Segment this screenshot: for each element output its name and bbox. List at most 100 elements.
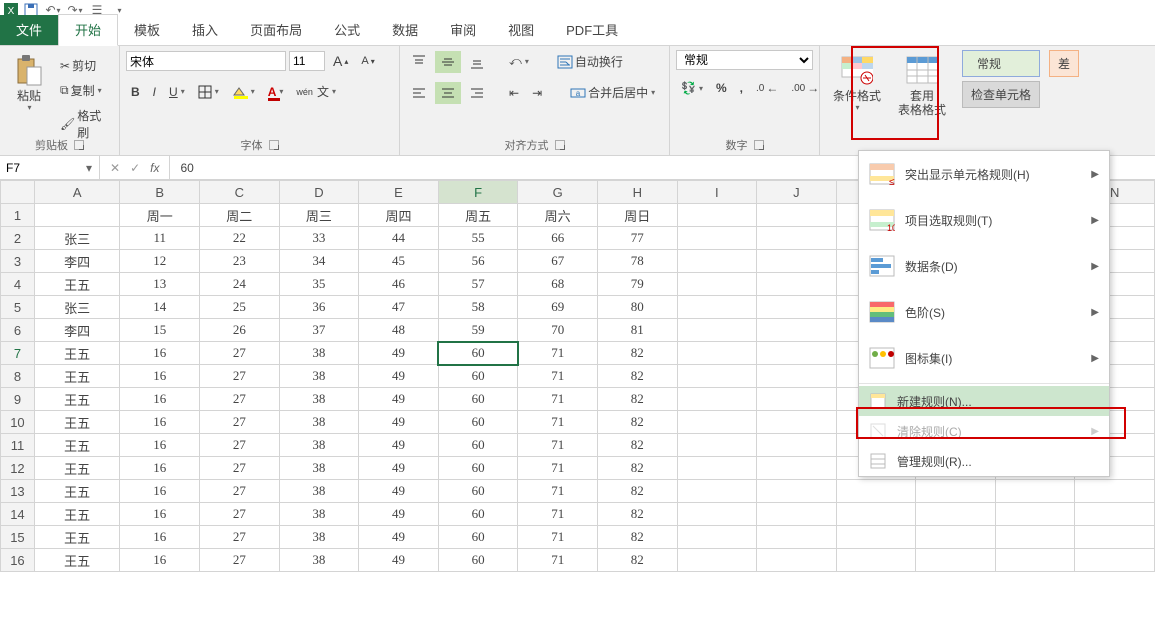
cell-H5[interactable]: 80 bbox=[597, 296, 677, 319]
cell-F4[interactable]: 57 bbox=[438, 273, 518, 296]
formula-input[interactable]: 60 bbox=[170, 161, 203, 175]
bold-button[interactable]: B bbox=[126, 82, 145, 102]
row-header-12[interactable]: 12 bbox=[1, 457, 35, 480]
cell-C13[interactable]: 27 bbox=[200, 480, 280, 503]
cf-color-scales[interactable]: 色阶(S)▶ bbox=[859, 289, 1109, 335]
cell-I5[interactable] bbox=[677, 296, 757, 319]
cell-F5[interactable]: 58 bbox=[438, 296, 518, 319]
cell-K13[interactable] bbox=[836, 480, 916, 503]
tab-insert[interactable]: 插入 bbox=[176, 15, 234, 45]
cell-J15[interactable] bbox=[757, 526, 837, 549]
font-dialog-launcher[interactable] bbox=[269, 140, 279, 150]
cell-D11[interactable]: 38 bbox=[279, 434, 359, 457]
conditional-formatting-button[interactable]: 条件格式 ▾ bbox=[826, 50, 888, 117]
cell-C10[interactable]: 27 bbox=[200, 411, 280, 434]
cell-G16[interactable]: 71 bbox=[518, 549, 598, 572]
cell-C4[interactable]: 24 bbox=[200, 273, 280, 296]
cell-L14[interactable] bbox=[916, 503, 996, 526]
cf-top-bottom-rules[interactable]: 10 项目选取规则(T)▶ bbox=[859, 197, 1109, 243]
row-header-4[interactable]: 4 bbox=[1, 273, 35, 296]
column-header-A[interactable]: A bbox=[34, 181, 120, 204]
cell-F14[interactable]: 60 bbox=[438, 503, 518, 526]
cell-C1[interactable]: 周二 bbox=[200, 204, 280, 227]
enter-formula-icon[interactable]: ✓ bbox=[130, 161, 140, 175]
row-header-8[interactable]: 8 bbox=[1, 365, 35, 388]
cell-A3[interactable]: 李四 bbox=[34, 250, 120, 273]
decrease-indent-button[interactable]: ⇤ bbox=[504, 83, 524, 103]
cell-I10[interactable] bbox=[677, 411, 757, 434]
cell-A5[interactable]: 张三 bbox=[34, 296, 120, 319]
tab-file[interactable]: 文件 bbox=[0, 15, 58, 45]
cf-highlight-rules[interactable]: ≤> 突出显示单元格规则(H)▶ bbox=[859, 151, 1109, 197]
cell-C6[interactable]: 26 bbox=[200, 319, 280, 342]
cell-N13[interactable] bbox=[1075, 480, 1155, 503]
align-right-button[interactable] bbox=[464, 82, 490, 104]
fx-icon[interactable]: fx bbox=[150, 161, 159, 175]
cf-manage-rules[interactable]: 管理规则(R)... bbox=[859, 446, 1109, 476]
cell-F10[interactable]: 60 bbox=[438, 411, 518, 434]
cell-B10[interactable]: 16 bbox=[120, 411, 200, 434]
border-button[interactable]: ▾ bbox=[193, 82, 224, 102]
italic-button[interactable]: I bbox=[148, 82, 161, 102]
increase-font-button[interactable]: A▴ bbox=[328, 50, 353, 72]
cell-C14[interactable]: 27 bbox=[200, 503, 280, 526]
font-color-button[interactable]: A▾ bbox=[263, 82, 289, 102]
cell-D13[interactable]: 38 bbox=[279, 480, 359, 503]
cell-B2[interactable]: 11 bbox=[120, 227, 200, 250]
decrease-font-button[interactable]: A▾ bbox=[356, 52, 379, 70]
cell-G1[interactable]: 周六 bbox=[518, 204, 598, 227]
cell-J1[interactable] bbox=[757, 204, 837, 227]
number-format-select[interactable]: 常规 bbox=[676, 50, 813, 70]
cell-E6[interactable]: 48 bbox=[359, 319, 439, 342]
column-header-F[interactable]: F bbox=[438, 181, 518, 204]
column-header-C[interactable]: C bbox=[200, 181, 280, 204]
cell-H2[interactable]: 77 bbox=[597, 227, 677, 250]
row-header-1[interactable]: 1 bbox=[1, 204, 35, 227]
cell-N15[interactable] bbox=[1075, 526, 1155, 549]
cell-J3[interactable] bbox=[757, 250, 837, 273]
cell-C16[interactable]: 27 bbox=[200, 549, 280, 572]
cell-I14[interactable] bbox=[677, 503, 757, 526]
cell-E5[interactable]: 47 bbox=[359, 296, 439, 319]
cell-G6[interactable]: 70 bbox=[518, 319, 598, 342]
cell-H13[interactable]: 82 bbox=[597, 480, 677, 503]
cell-I11[interactable] bbox=[677, 434, 757, 457]
cell-J12[interactable] bbox=[757, 457, 837, 480]
cell-E16[interactable]: 49 bbox=[359, 549, 439, 572]
cell-F9[interactable]: 60 bbox=[438, 388, 518, 411]
cell-F8[interactable]: 60 bbox=[438, 365, 518, 388]
copy-button[interactable]: ⧉复制▾ bbox=[55, 79, 113, 102]
cell-D3[interactable]: 34 bbox=[279, 250, 359, 273]
cell-I6[interactable] bbox=[677, 319, 757, 342]
cell-J8[interactable] bbox=[757, 365, 837, 388]
font-size-input[interactable] bbox=[289, 51, 325, 71]
cell-E10[interactable]: 49 bbox=[359, 411, 439, 434]
cf-icon-sets[interactable]: 图标集(I)▶ bbox=[859, 335, 1109, 381]
column-header-I[interactable]: I bbox=[677, 181, 757, 204]
cell-D6[interactable]: 37 bbox=[279, 319, 359, 342]
select-all[interactable] bbox=[1, 181, 35, 204]
cell-A7[interactable]: 王五 bbox=[34, 342, 120, 365]
cell-H12[interactable]: 82 bbox=[597, 457, 677, 480]
cell-F16[interactable]: 60 bbox=[438, 549, 518, 572]
cell-J2[interactable] bbox=[757, 227, 837, 250]
cell-C5[interactable]: 25 bbox=[200, 296, 280, 319]
cell-H7[interactable]: 82 bbox=[597, 342, 677, 365]
cell-A6[interactable]: 李四 bbox=[34, 319, 120, 342]
increase-decimal-button[interactable]: .0← bbox=[751, 78, 783, 98]
tab-pdf[interactable]: PDF工具 bbox=[550, 15, 634, 45]
align-dialog-launcher[interactable] bbox=[555, 140, 565, 150]
cell-C2[interactable]: 22 bbox=[200, 227, 280, 250]
cell-I16[interactable] bbox=[677, 549, 757, 572]
tab-pagelayout[interactable]: 页面布局 bbox=[234, 15, 318, 45]
cell-E14[interactable]: 49 bbox=[359, 503, 439, 526]
cell-N14[interactable] bbox=[1075, 503, 1155, 526]
cell-J4[interactable] bbox=[757, 273, 837, 296]
cell-style-normal[interactable]: 常规 bbox=[962, 50, 1040, 77]
cell-B13[interactable]: 16 bbox=[120, 480, 200, 503]
cell-B4[interactable]: 13 bbox=[120, 273, 200, 296]
cell-J7[interactable] bbox=[757, 342, 837, 365]
cell-D9[interactable]: 38 bbox=[279, 388, 359, 411]
cell-D16[interactable]: 38 bbox=[279, 549, 359, 572]
cell-E13[interactable]: 49 bbox=[359, 480, 439, 503]
